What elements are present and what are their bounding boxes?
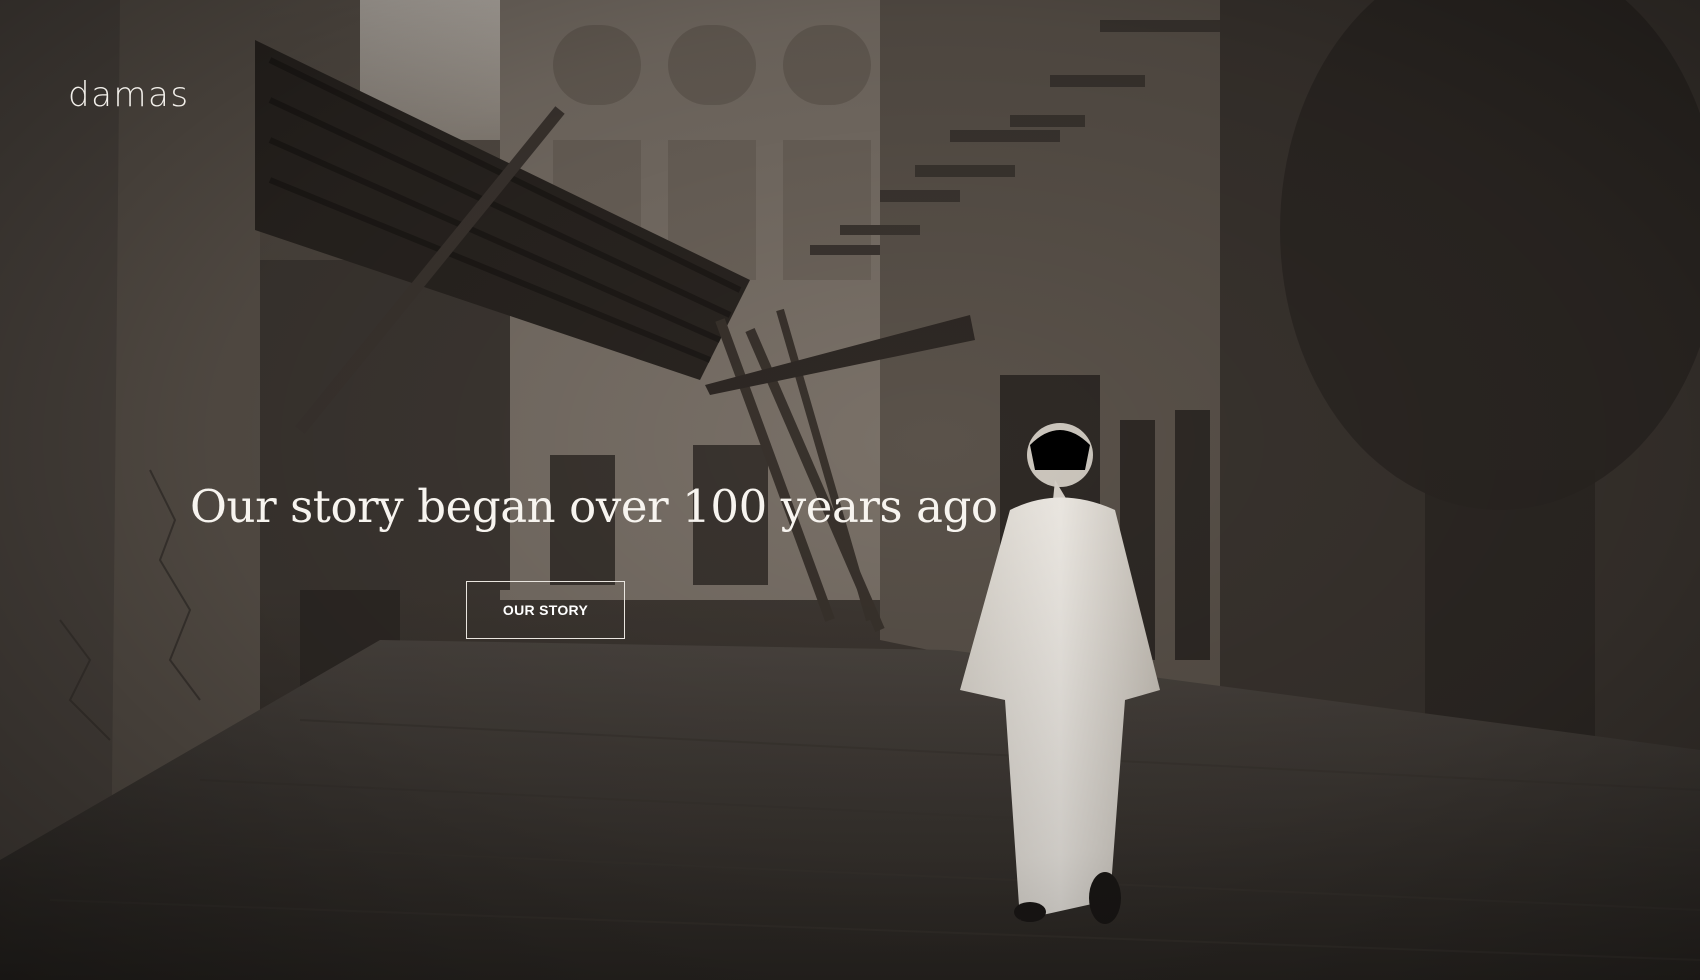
hero-section: damas Our story began over 100 years ago… [0,0,1700,980]
our-story-button[interactable]: OUR STORY [466,581,625,639]
hero-headline: Our story began over 100 years ago [190,480,998,533]
damas-logo[interactable]: damas [68,78,190,112]
